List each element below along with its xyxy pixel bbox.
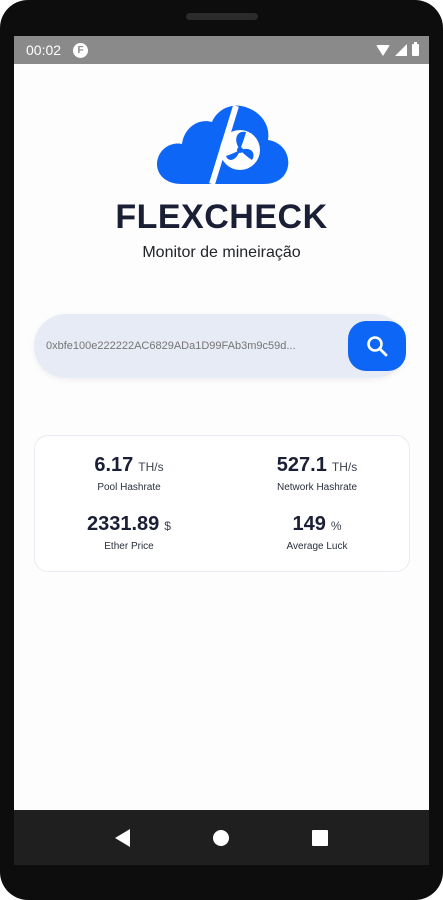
stat-average-luck: 149 % Average Luck: [223, 513, 411, 552]
stat-value: 149: [292, 513, 326, 535]
status-bar: 00:02 F: [14, 36, 429, 64]
stat-label: Pool Hashrate: [97, 482, 161, 493]
stat-pool-hashrate: 6.17 TH/s Pool Hashrate: [35, 454, 223, 493]
battery-icon: [412, 42, 419, 56]
wifi-icon: [376, 44, 390, 56]
app-subtitle: Monitor de mineiração: [142, 244, 301, 261]
stat-unit: TH/s: [138, 460, 164, 474]
stat-value: 6.17: [94, 454, 134, 476]
app-title: FLEXCHECK: [115, 198, 328, 236]
signal-icon: [395, 44, 407, 56]
search-button[interactable]: [348, 321, 406, 371]
home-icon[interactable]: [212, 829, 229, 846]
stat-label: Average Luck: [286, 541, 348, 552]
stat-unit: $: [164, 519, 171, 533]
screen: 00:02 F FLEXCHECK Monitor de mineiração: [14, 36, 429, 865]
status-time: 00:02: [26, 42, 62, 58]
wallet-address-input[interactable]: [46, 334, 336, 358]
stat-unit: TH/s: [331, 460, 358, 474]
status-icons: [376, 42, 419, 56]
pool-stats-card: 6.17 TH/s Pool Hashrate 527.1 TH/s Netwo…: [34, 435, 410, 572]
recents-icon[interactable]: [311, 829, 328, 846]
search-icon: [367, 336, 388, 357]
stat-ether-price: 2331.89 $ Ether Price: [35, 513, 223, 552]
cloud-fan-logo-icon: [157, 105, 289, 185]
phone-frame: 00:02 F FLEXCHECK Monitor de mineiração: [0, 0, 443, 900]
back-icon[interactable]: [115, 828, 131, 847]
app-notification-icon: F: [73, 42, 89, 58]
system-nav-bar: [14, 810, 429, 865]
stat-value: 2331.89: [87, 513, 160, 535]
main-content: FLEXCHECK Monitor de mineiração 6.17 TH/…: [14, 64, 429, 810]
stat-value: 527.1: [276, 454, 327, 476]
wallet-search-box: [34, 314, 406, 378]
stat-label: Network Hashrate: [276, 482, 358, 493]
stat-label: Ether Price: [104, 541, 154, 552]
stat-network-hashrate: 527.1 TH/s Network Hashrate: [223, 454, 411, 493]
stat-unit: %: [330, 519, 342, 533]
phone-speaker: [186, 13, 258, 20]
